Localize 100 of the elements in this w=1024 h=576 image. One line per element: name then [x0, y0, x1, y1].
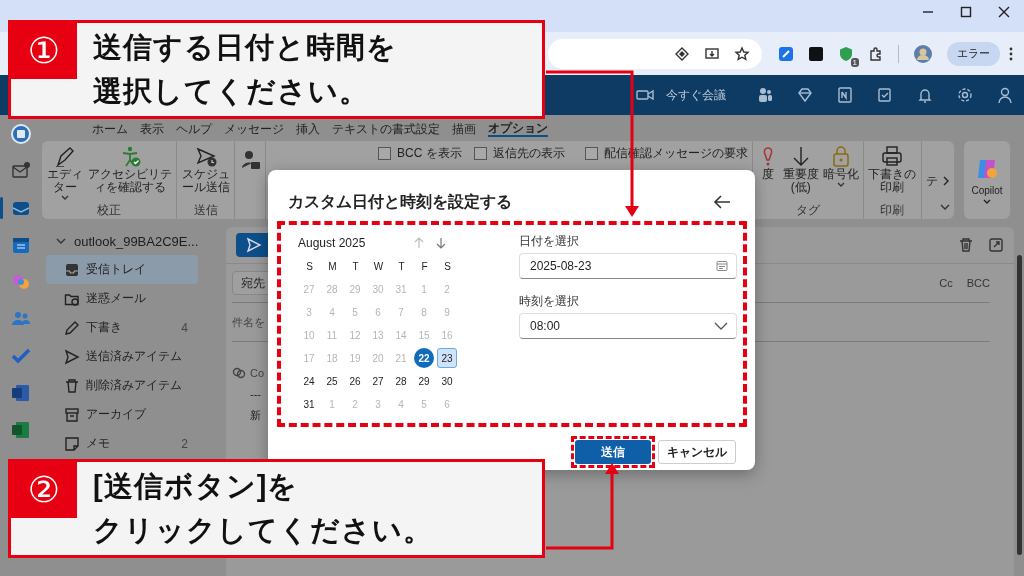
person-icon[interactable] [996, 86, 1014, 104]
printer-icon [881, 145, 904, 167]
weekday-label: T [397, 260, 406, 274]
bell-icon[interactable] [916, 86, 934, 104]
note-icon [64, 435, 80, 452]
ribbon-button[interactable]: 重要度 (低) [782, 145, 819, 194]
folder-item[interactable]: 削除済みアイテム [46, 371, 198, 400]
ribbon-button[interactable]: アクセシビリティを確認する [87, 145, 172, 194]
send-button[interactable]: 送信 [575, 440, 651, 464]
body-text: --- [250, 388, 262, 400]
ribbon-tab[interactable]: 表示 [140, 122, 164, 136]
extension-icon[interactable] [808, 45, 824, 62]
spreadsheet-icon[interactable] [10, 419, 32, 441]
ribbon-tab[interactable]: オプション [488, 121, 548, 137]
back-arrow-icon[interactable] [713, 195, 731, 209]
shield-icon[interactable] [838, 45, 854, 62]
send-icon [64, 348, 80, 365]
meet-now-button[interactable]: 今すぐ会議 [666, 86, 726, 104]
ribbon-tab[interactable]: ホーム [92, 122, 128, 136]
caret-icon [983, 198, 991, 205]
pen-icon [53, 145, 76, 167]
pop-out-icon[interactable] [988, 237, 1004, 253]
group-label: タグ [795, 204, 820, 217]
calendar-day[interactable]: 28 [391, 371, 411, 391]
calendar-day[interactable]: 31 [299, 394, 319, 414]
chevron-down-icon[interactable] [56, 237, 66, 245]
diamond-icon[interactable] [796, 86, 814, 104]
folder-item[interactable]: 送信済みアイテム [46, 342, 198, 371]
callout-text: 選択してください。 [93, 74, 369, 109]
address-field[interactable] [548, 38, 762, 69]
bcc-link[interactable]: BCC [966, 277, 990, 289]
trash-icon[interactable] [958, 237, 974, 253]
cc-link[interactable]: Cc [939, 277, 953, 289]
month-label: August 2025 [298, 236, 367, 250]
maximize-icon[interactable] [960, 6, 972, 18]
folder-item[interactable]: アーカイブ [46, 400, 198, 429]
body-text: 新 [250, 408, 262, 423]
arrow-down-icon[interactable] [436, 237, 446, 249]
install-icon[interactable] [704, 45, 720, 62]
ribbon-button[interactable]: エディター [46, 145, 83, 201]
trash-icon [64, 377, 80, 394]
folder-item[interactable]: 受信トレイ [46, 255, 198, 284]
scrollbar-thumb[interactable] [1016, 255, 1022, 555]
folder-item[interactable]: 迷惑メール [46, 284, 198, 313]
date-field[interactable]: 2025-08-23 [519, 253, 737, 279]
field-label: 時刻を選択 [519, 293, 580, 310]
calendar-day[interactable]: 25 [322, 371, 342, 391]
ribbon-button[interactable]: 下書きの印刷 [867, 145, 917, 194]
folder-item[interactable]: メモ 2 [46, 429, 198, 458]
checkbox[interactable]: 返信先の表示 [473, 145, 565, 162]
calendar-day[interactable]: 29 [414, 371, 434, 391]
settings-icon[interactable] [956, 86, 974, 104]
chevron-down-icon[interactable] [940, 203, 950, 211]
calendar-day[interactable]: 22 [414, 348, 434, 368]
weekday-label: S [305, 260, 314, 274]
outlook-icon[interactable] [10, 123, 32, 145]
people-icon[interactable] [756, 86, 774, 104]
profile-button[interactable]: エラー [947, 41, 1000, 66]
video-icon[interactable] [636, 88, 654, 102]
avatar-icon[interactable] [913, 43, 933, 64]
star-icon[interactable] [734, 45, 750, 62]
ribbon-tab[interactable]: テキストの書式設定 [332, 122, 440, 136]
copilot-button[interactable]: Copilot [964, 141, 1010, 219]
calendar-day[interactable]: 26 [345, 371, 365, 391]
account-name[interactable]: outlook_99BA2C9E... [74, 233, 199, 249]
puzzle-icon[interactable] [868, 45, 884, 62]
chevron-down-icon [714, 322, 728, 330]
checklist-icon[interactable] [876, 86, 894, 104]
close-icon[interactable] [998, 6, 1010, 18]
step-number: ① [11, 23, 77, 79]
weekday-label: W [372, 260, 385, 274]
document-icon[interactable] [10, 382, 32, 404]
ribbon-tab[interactable]: メッセージ [224, 122, 284, 136]
ribbon-button[interactable]: 暗号化 [822, 145, 859, 188]
ribbon-tab[interactable]: ヘルプ [176, 122, 212, 136]
calendar-day[interactable]: 23 [437, 348, 457, 368]
step-number: ② [11, 462, 77, 518]
cancel-button[interactable]: キャンセル [658, 440, 736, 464]
time-dropdown[interactable]: 08:00 [519, 313, 737, 339]
calendar-day[interactable]: 24 [299, 371, 319, 391]
weekday-label: S [443, 260, 452, 274]
group-label: 校正 [97, 204, 121, 217]
calendar-day[interactable]: 27 [368, 371, 388, 391]
diamond-icon[interactable] [674, 45, 690, 62]
ribbon-button[interactable]: 度 [756, 145, 779, 181]
chevron-right-icon[interactable] [941, 176, 950, 186]
send-clock-icon [194, 145, 217, 167]
notebook-icon[interactable] [836, 86, 854, 104]
ribbon-button[interactable]: スケジュール送信 [181, 145, 230, 194]
folder-item[interactable]: 下書き 4 [46, 313, 198, 342]
checkbox[interactable]: BCC を表示 [378, 145, 462, 162]
more-icon[interactable] [1008, 45, 1014, 62]
callout-text: [送信ボタン]を [93, 469, 299, 504]
archive-icon [64, 406, 80, 423]
pencil-icon [64, 319, 80, 336]
contact-mail-icon[interactable] [239, 149, 261, 171]
ribbon-button[interactable]: テ [925, 174, 938, 188]
ribbon-tab[interactable]: 描画 [452, 122, 476, 136]
ribbon-tab[interactable]: 挿入 [296, 122, 320, 136]
calendar-day[interactable]: 30 [437, 371, 457, 391]
